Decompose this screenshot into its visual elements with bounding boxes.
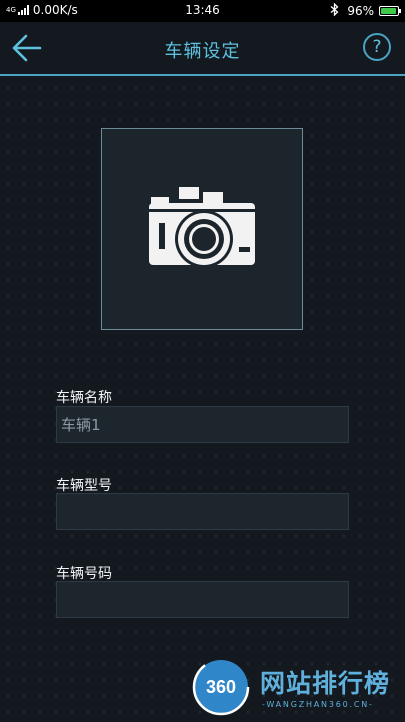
bluetooth-icon [330,2,339,19]
vehicle-plate-input[interactable] [56,581,349,618]
watermark-text: 网站排行榜 [260,669,391,698]
vehicle-name-label: 车辆名称 [56,390,112,406]
camera-icon [149,187,255,268]
battery-level [381,8,397,14]
battery-icon [379,6,401,16]
status-right: 96% [330,2,401,19]
vehicle-model-label: 车辆型号 [56,478,112,494]
help-button[interactable]: ? [363,33,391,61]
status-bar: 4G 0.00K/s 13:46 96% [0,0,405,22]
watermark-logo: 360 [190,656,252,722]
watermark-logo-text: 360 [206,677,236,697]
page-title: 车辆设定 [164,41,241,62]
question-circle-icon: ? [372,37,382,57]
title-bar: 车辆设定 ? [0,22,405,76]
vehicle-plate-label: 车辆号码 [56,566,112,582]
vehicle-photo-upload[interactable] [101,128,303,330]
watermark-subtext: -WANGZHAN360.CN- [262,700,374,709]
vehicle-model-input[interactable] [56,493,349,530]
battery-percent: 96% [347,4,374,18]
vehicle-name-input[interactable] [56,406,349,443]
